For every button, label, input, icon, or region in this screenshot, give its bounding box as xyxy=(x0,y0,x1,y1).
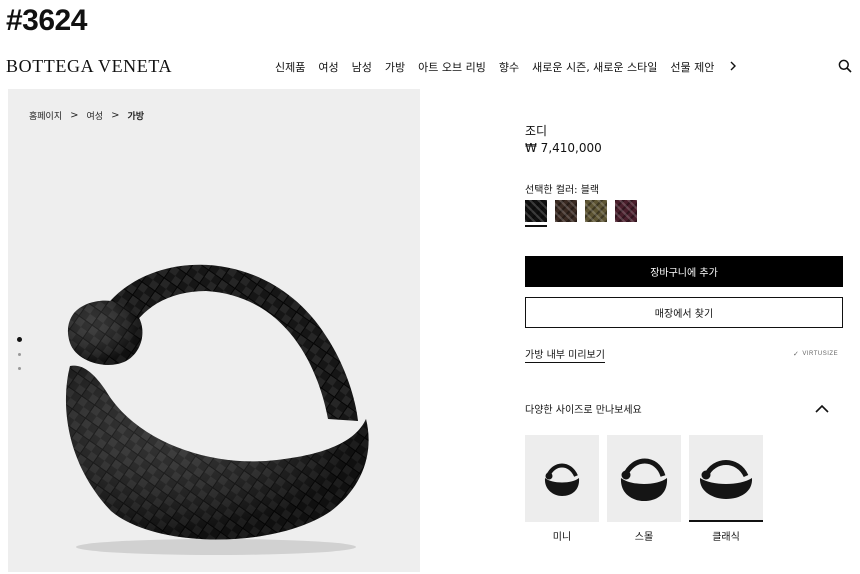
search-icon[interactable] xyxy=(838,58,852,73)
inside-preview-link[interactable]: 가방 내부 미리보기 xyxy=(525,346,605,363)
color-swatch-black[interactable] xyxy=(525,200,547,227)
add-to-cart-button[interactable]: 장바구니에 추가 xyxy=(525,256,843,287)
find-in-store-button[interactable]: 매장에서 찾기 xyxy=(525,297,843,328)
sizes-section-title: 다양한 사이즈로 만나보세요 xyxy=(525,405,642,416)
gallery-dot-3[interactable] xyxy=(18,367,21,370)
nav-item-art-of-living[interactable]: 아트 오브 리빙 xyxy=(418,59,486,75)
virtusize-logo: ✓ VIRTUSIZE xyxy=(793,350,838,358)
size-image-classic xyxy=(689,435,763,522)
image-tag: #3624 xyxy=(6,4,87,37)
breadcrumb-separator: > xyxy=(111,110,120,121)
gallery-dot-1[interactable] xyxy=(17,337,22,342)
product-gallery[interactable]: 홈페이지 > 여성 > 가방 xyxy=(8,89,420,572)
virtusize-label: VIRTUSIZE xyxy=(802,351,839,357)
size-image-mini xyxy=(525,435,599,522)
main-nav: 신제품 여성 남성 가방 아트 오브 리빙 향수 새로운 시즌, 새로운 스타일… xyxy=(275,59,737,75)
size-option-mini[interactable]: 미니 xyxy=(525,435,599,543)
nav-item-women[interactable]: 여성 xyxy=(318,59,338,75)
color-swatch-brown[interactable] xyxy=(555,200,577,222)
product-price: ₩ 7,410,000 xyxy=(525,141,602,155)
size-option-classic[interactable]: 클래식 xyxy=(689,435,763,543)
breadcrumb-home[interactable]: 홈페이지 xyxy=(29,109,62,122)
virtusize-icon: ✓ xyxy=(793,351,800,358)
breadcrumb-current: 가방 xyxy=(127,112,145,122)
product-name: 조디 xyxy=(525,124,548,138)
size-option-small[interactable]: 스몰 xyxy=(607,435,681,543)
size-label-small: 스몰 xyxy=(634,532,654,543)
nav-item-fragrance[interactable]: 향수 xyxy=(499,59,519,75)
nav-item-men[interactable]: 남성 xyxy=(352,59,372,75)
chevron-up-icon[interactable] xyxy=(815,399,829,413)
selected-color-label: 선택한 컬러: 블랙 xyxy=(525,185,600,196)
color-swatch-olive[interactable] xyxy=(585,200,607,222)
breadcrumb: 홈페이지 > 여성 > 가방 xyxy=(29,109,144,122)
gallery-dot-2[interactable] xyxy=(18,353,21,356)
nav-item-gifts[interactable]: 선물 제안 xyxy=(670,59,714,75)
color-swatches xyxy=(525,200,645,227)
chevron-right-icon[interactable] xyxy=(729,60,737,74)
size-options: 미니 스몰 클래식 xyxy=(525,435,771,543)
nav-item-new-season[interactable]: 새로운 시즌, 새로운 스타일 xyxy=(532,59,657,75)
breadcrumb-women[interactable]: 여성 xyxy=(87,109,104,122)
nav-item-new[interactable]: 신제품 xyxy=(275,59,305,75)
nav-item-bags[interactable]: 가방 xyxy=(385,59,405,75)
size-label-classic: 클래식 xyxy=(712,532,740,543)
color-swatch-burgundy[interactable] xyxy=(615,200,637,222)
breadcrumb-separator: > xyxy=(70,110,79,121)
size-label-mini: 미니 xyxy=(552,532,572,543)
brand-logo[interactable]: BOTTEGA VENETA xyxy=(6,56,172,77)
size-image-small xyxy=(607,435,681,522)
gallery-pagination xyxy=(17,337,22,381)
product-image-jodie-bag xyxy=(65,264,369,555)
